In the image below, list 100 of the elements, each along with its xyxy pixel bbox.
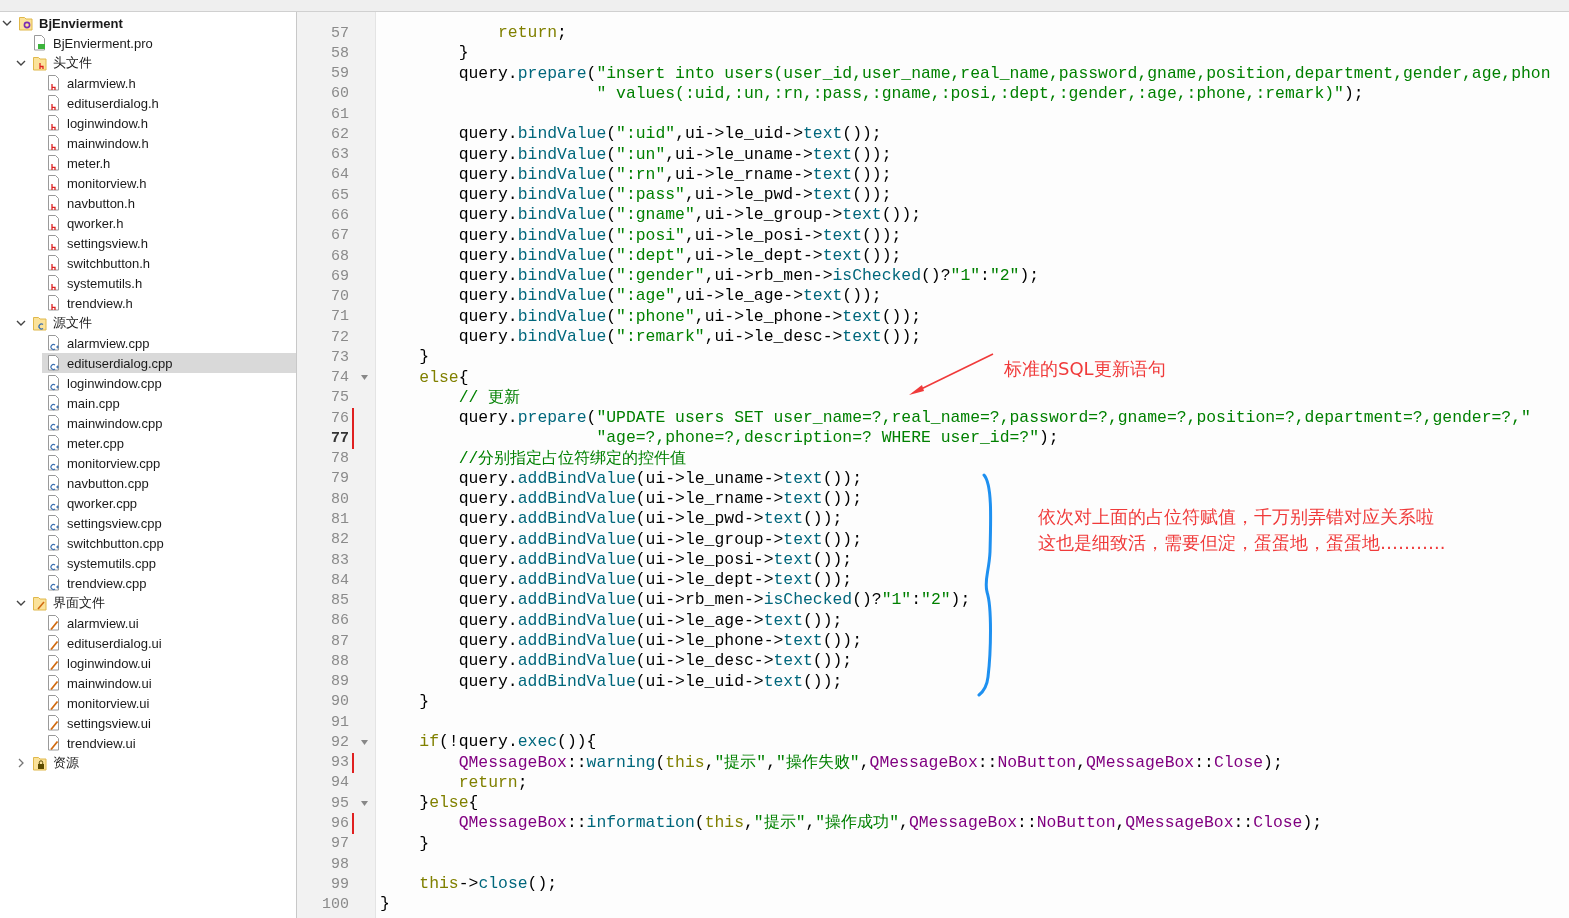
tree-item[interactable]: mainwindow.ui — [42, 673, 296, 693]
line-number: 80 — [330, 490, 349, 508]
line-number: 78 — [330, 450, 349, 468]
tree-item[interactable]: systemutils.h — [42, 273, 296, 293]
line-number: 76 — [330, 409, 349, 427]
fold-arrow-icon[interactable] — [360, 800, 368, 806]
annotation-text: 依次对上面的占位符赋值，千万别弄错对应关系啦 — [1038, 505, 1435, 529]
tree-item[interactable]: systemutils.cpp — [42, 553, 296, 573]
form-file-icon — [47, 655, 61, 671]
line-number: 70 — [330, 288, 349, 306]
source-file-icon — [47, 435, 61, 451]
tree-item[interactable]: qworker.h — [42, 213, 296, 233]
tree-item[interactable]: monitorview.ui — [42, 693, 296, 713]
line-number: 73 — [330, 348, 349, 366]
source-file-icon — [47, 515, 61, 531]
line-number: 94 — [330, 774, 349, 792]
tree-item[interactable]: 源文件 — [28, 313, 296, 333]
code-line: this->close(); — [418, 874, 558, 894]
tree-item[interactable]: monitorview.h — [42, 173, 296, 193]
form-file-icon — [47, 715, 61, 731]
code-line: query.addBindValue(ui->le_phone->text()); — [457, 630, 863, 650]
header-file-icon — [47, 175, 61, 191]
line-number: 95 — [330, 794, 349, 812]
line-number: 67 — [330, 227, 349, 245]
tree-item[interactable]: meter.h — [42, 153, 296, 173]
header-file-icon — [47, 135, 61, 151]
code-line: query.bindValue(":pass",ui->le_pwd->text()); — [457, 185, 892, 205]
source-file-icon — [47, 535, 61, 551]
code-line: query.bindValue(":posi",ui->le_posi->text()); — [457, 225, 902, 245]
line-number: 58 — [330, 44, 349, 62]
code-line: QMessageBox::information(this,"提示","操作成功",QMessageBox::NoButton,QMessageBox::Close); — [457, 813, 1323, 833]
tree-item[interactable]: navbutton.cpp — [42, 473, 296, 493]
source-file-icon — [47, 555, 61, 571]
tree-item[interactable]: BjEnvierment — [14, 13, 296, 33]
code-line: " values(:uid,:un,:rn,:pass,:gname,:posi,:dept,:gender,:age,:phone,:remark)"); — [595, 83, 1364, 103]
tree-item[interactable]: settingsview.cpp — [42, 513, 296, 533]
tree-item[interactable]: trendview.ui — [42, 733, 296, 753]
header-file-icon — [47, 95, 61, 111]
tree-item[interactable]: settingsview.ui — [42, 713, 296, 733]
tree-item[interactable]: switchbutton.cpp — [42, 533, 296, 553]
source-file-icon — [47, 415, 61, 431]
form-file-icon — [47, 695, 61, 711]
line-number: 69 — [330, 267, 349, 285]
fold-arrow-icon[interactable] — [360, 375, 368, 381]
source-file-icon — [47, 355, 61, 371]
tree-item[interactable]: alarmview.h — [42, 73, 296, 93]
code-line: query.addBindValue(ui->le_age->text()); — [457, 610, 843, 630]
code-line: query.addBindValue(ui->le_group->text()); — [457, 529, 863, 549]
code-line: "age=?,phone=?,description=? WHERE user_id=?"); — [595, 428, 1059, 448]
code-line: query.bindValue(":un",ui->le_uname->text()); — [457, 144, 892, 164]
code-line: query.bindValue(":uid",ui->le_uid->text()); — [457, 124, 882, 144]
source-file-icon — [47, 475, 61, 491]
code-line: QMessageBox::warning(this,"提示","操作失败",QMessageBox::NoButton,QMessageBox::Close); — [457, 752, 1283, 772]
forms-folder-icon — [33, 595, 47, 611]
form-file-icon — [47, 615, 61, 631]
tree-item[interactable]: alarmview.ui — [42, 613, 296, 633]
code-line: // 更新 — [457, 387, 521, 407]
tree-item[interactable]: main.cpp — [42, 393, 296, 413]
code-line: query.addBindValue(ui->le_pwd->text()); — [457, 509, 843, 529]
header-file-icon — [47, 115, 61, 131]
tree-item[interactable]: edituserdialog.cpp — [42, 353, 296, 373]
tree-item[interactable]: mainwindow.h — [42, 133, 296, 153]
line-number: 96 — [330, 815, 349, 832]
line-number: 59 — [330, 65, 349, 83]
tree-item[interactable]: edituserdialog.ui — [42, 633, 296, 653]
code-line: query.addBindValue(ui->le_posi->text()); — [457, 549, 853, 569]
line-number: 74 — [330, 369, 349, 387]
tree-item[interactable]: trendview.cpp — [42, 573, 296, 593]
tree-item[interactable]: 资源 — [28, 753, 296, 773]
line-number: 77 — [330, 429, 349, 447]
line-number: 97 — [330, 835, 349, 853]
tree-item[interactable]: meter.cpp — [42, 433, 296, 453]
tree-item[interactable]: loginwindow.cpp — [42, 373, 296, 393]
tree-item[interactable]: trendview.h — [42, 293, 296, 313]
code-line: } — [418, 691, 430, 711]
tree-item[interactable]: monitorview.cpp — [42, 453, 296, 473]
header-file-icon — [47, 295, 61, 311]
line-number: 79 — [330, 470, 349, 488]
tree-item[interactable]: switchbutton.h — [42, 253, 296, 273]
form-file-icon — [47, 635, 61, 651]
tree-item[interactable]: alarmview.cpp — [42, 333, 296, 353]
tree-item[interactable]: edituserdialog.h — [42, 93, 296, 113]
code-line: } — [457, 43, 469, 63]
tree-item[interactable]: mainwindow.cpp — [42, 413, 296, 433]
tree-item[interactable]: 界面文件 — [28, 593, 296, 613]
line-number: 82 — [330, 531, 349, 549]
line-number: 81 — [330, 511, 349, 528]
tree-item[interactable]: qworker.cpp — [42, 493, 296, 513]
tree-item[interactable]: BjEnvierment.pro — [28, 33, 296, 53]
tree-item[interactable]: navbutton.h — [42, 193, 296, 213]
tree-item[interactable]: 头文件 — [28, 53, 296, 73]
fold-arrow-icon[interactable] — [360, 739, 368, 745]
tree-item[interactable]: loginwindow.ui — [42, 653, 296, 673]
tree-item[interactable]: settingsview.h — [42, 233, 296, 253]
form-file-icon — [47, 675, 61, 691]
code-line: query.addBindValue(ui->le_uid->text()); — [457, 671, 843, 691]
tree-item[interactable]: loginwindow.h — [42, 113, 296, 133]
line-number: 100 — [321, 896, 349, 914]
line-number: 75 — [330, 389, 349, 407]
source-file-icon — [47, 395, 61, 411]
